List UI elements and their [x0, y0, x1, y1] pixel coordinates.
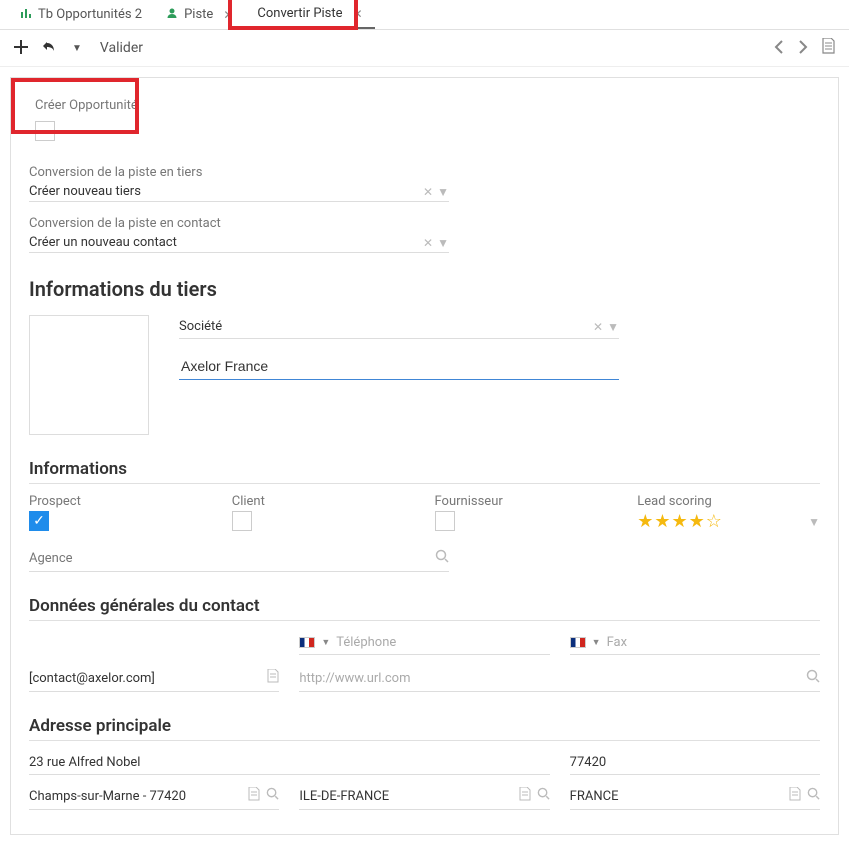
- create-opportunity-checkbox[interactable]: [35, 121, 55, 141]
- tab-label: Piste: [184, 7, 213, 22]
- caret-down-icon[interactable]: ▼: [592, 637, 601, 648]
- chart-icon: [20, 7, 32, 22]
- fax-label: Fax: [607, 635, 820, 650]
- section-contact-title: Données générales du contact: [29, 596, 820, 621]
- plus-icon[interactable]: [14, 39, 28, 58]
- clear-icon[interactable]: ✕: [423, 236, 433, 250]
- fax-field[interactable]: ▼ Fax: [570, 631, 820, 655]
- select-value: Créer nouveau tiers: [29, 184, 141, 199]
- client-label: Client: [232, 494, 415, 509]
- addr-street-field[interactable]: 23 rue Alfred Nobel: [29, 751, 550, 775]
- agence-label: Agence: [29, 551, 73, 566]
- addr-country-value: FRANCE: [570, 789, 619, 804]
- telephone-field[interactable]: ▼ Téléphone: [299, 631, 549, 655]
- conversion-tiers-select[interactable]: Créer nouveau tiers ✕ ▼: [29, 182, 449, 202]
- document-icon[interactable]: [267, 669, 279, 687]
- client-checkbox[interactable]: [232, 511, 252, 531]
- telephone-label: Téléphone: [336, 635, 549, 650]
- document-icon[interactable]: [789, 787, 801, 805]
- caret-down-icon[interactable]: ▼: [437, 236, 449, 250]
- societe-select[interactable]: Société ✕ ▼: [179, 315, 619, 339]
- company-name-input[interactable]: [179, 357, 619, 375]
- clear-icon[interactable]: ✕: [593, 320, 603, 334]
- create-opportunity-label: Créer Opportunité: [35, 98, 138, 113]
- lead-scoring-stars[interactable]: ★★★★☆: [637, 511, 723, 532]
- document-icon[interactable]: [519, 787, 531, 805]
- tab-label: Tb Opportunités 2: [38, 7, 142, 22]
- clear-icon[interactable]: ✕: [423, 185, 433, 199]
- caret-down-icon[interactable]: ▼: [72, 43, 82, 54]
- website-placeholder: http://www.url.com: [299, 671, 800, 686]
- document-icon[interactable]: [248, 787, 260, 805]
- section-tiers-title: Informations du tiers: [29, 277, 820, 301]
- select-value: Créer un nouveau contact: [29, 235, 177, 250]
- caret-down-icon[interactable]: ▼: [808, 515, 820, 529]
- email-field[interactable]: [contact@axelor.com]: [29, 665, 279, 692]
- image-placeholder[interactable]: [29, 315, 149, 435]
- prospect-label: Prospect: [29, 494, 212, 509]
- user-icon: [166, 7, 178, 22]
- section-infos-title: Informations: [29, 459, 820, 484]
- addr-city-field[interactable]: Champs-sur-Marne - 77420: [29, 783, 279, 810]
- caret-down-icon[interactable]: ▼: [607, 320, 619, 334]
- search-icon[interactable]: [806, 669, 820, 687]
- tab-convertir-piste[interactable]: Convertir Piste ✕: [245, 0, 374, 29]
- agence-field[interactable]: Agence: [29, 545, 449, 572]
- conversion-contact-label: Conversion de la piste en contact: [29, 216, 820, 231]
- flag-fr-icon: [299, 637, 315, 648]
- close-icon[interactable]: ✕: [353, 7, 363, 21]
- societe-label: Société: [179, 319, 222, 334]
- conversion-tiers-label: Conversion de la piste en tiers: [29, 165, 820, 180]
- form-content: Créer Opportunité Conversion de la piste…: [10, 77, 839, 835]
- addr-zip-value: 77420: [570, 755, 607, 770]
- addr-city-value: Champs-sur-Marne - 77420: [29, 789, 186, 804]
- addr-zip-field[interactable]: 77420: [570, 751, 820, 775]
- company-name-input-wrap: [179, 355, 619, 380]
- tabs-bar: Tb Opportunités 2 Piste ✕ Convertir Pist…: [0, 0, 849, 30]
- caret-down-icon[interactable]: ▼: [321, 637, 330, 648]
- flag-fr-icon: [570, 637, 586, 648]
- create-opportunity-block: Créer Opportunité: [29, 94, 146, 155]
- lead-scoring-label: Lead scoring: [637, 494, 820, 509]
- caret-down-icon[interactable]: ▼: [437, 185, 449, 199]
- tab-piste[interactable]: Piste ✕: [154, 0, 245, 29]
- addr-region-value: ILE-DE-FRANCE: [299, 789, 389, 804]
- chevron-right-icon[interactable]: [798, 39, 808, 58]
- prospect-checkbox[interactable]: ✓: [29, 511, 49, 531]
- conversion-contact-select[interactable]: Créer un nouveau contact ✕ ▼: [29, 233, 449, 253]
- chevron-left-icon[interactable]: [774, 39, 784, 58]
- addr-region-field[interactable]: ILE-DE-FRANCE: [299, 783, 549, 810]
- tab-label: Convertir Piste: [257, 6, 342, 21]
- validate-button[interactable]: Valider: [96, 38, 147, 58]
- website-field[interactable]: http://www.url.com: [299, 665, 820, 692]
- fournisseur-label: Fournisseur: [435, 494, 618, 509]
- toolbar: ▼ Valider: [0, 30, 849, 67]
- search-icon[interactable]: [807, 787, 820, 805]
- close-icon[interactable]: ✕: [223, 8, 233, 22]
- search-icon[interactable]: [266, 787, 279, 805]
- search-icon[interactable]: [537, 787, 550, 805]
- section-addr-title: Adresse principale: [29, 716, 820, 741]
- addr-country-field[interactable]: FRANCE: [570, 783, 820, 810]
- undo-icon[interactable]: [42, 39, 58, 58]
- email-value: [contact@axelor.com]: [29, 671, 261, 686]
- addr-street-value: 23 rue Alfred Nobel: [29, 755, 140, 770]
- tab-opportunites[interactable]: Tb Opportunités 2: [8, 0, 154, 29]
- fournisseur-checkbox[interactable]: [435, 511, 455, 531]
- document-icon[interactable]: [822, 38, 835, 58]
- search-icon[interactable]: [435, 549, 449, 567]
